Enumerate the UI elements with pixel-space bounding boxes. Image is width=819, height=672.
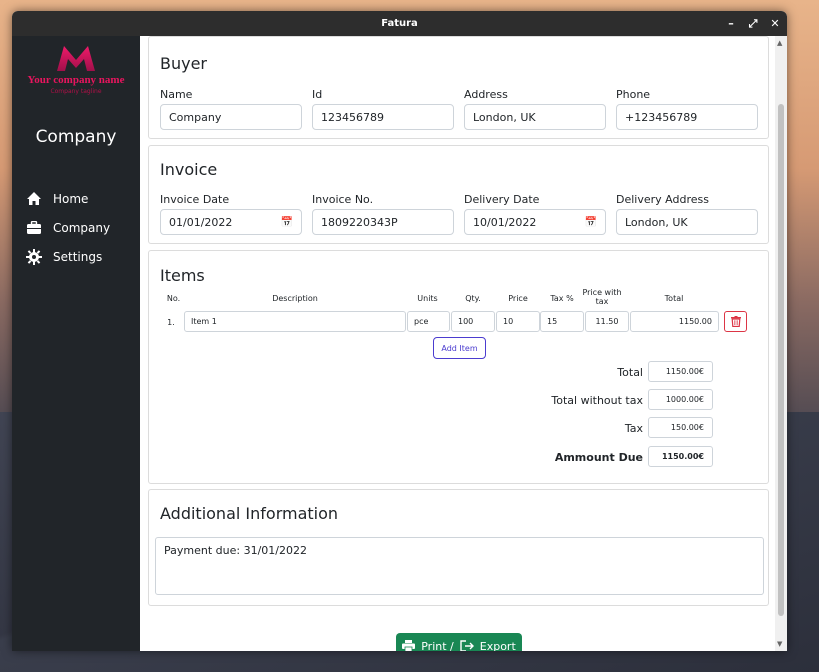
scrollbar[interactable]: ▲ ▼ xyxy=(775,36,787,651)
delivery-address-input[interactable]: London, UK xyxy=(616,209,758,235)
tax-input[interactable]: 15 xyxy=(540,311,584,332)
total-without-tax-value[interactable]: 1000.00€ xyxy=(648,389,713,410)
buyer-phone-field: Phone +123456789 xyxy=(616,88,758,130)
total-without-tax-label: Total without tax xyxy=(551,394,643,407)
tax-label: Tax xyxy=(624,422,643,435)
buyer-phone-input[interactable]: +123456789 xyxy=(616,104,758,130)
sidebar-item-label: Home xyxy=(53,191,89,206)
minimize-icon[interactable]: – xyxy=(725,18,737,30)
buyer-address-field: Address London, UK xyxy=(464,88,606,130)
calendar-icon[interactable]: 📅 xyxy=(281,217,293,228)
items-title: Items xyxy=(160,266,205,285)
total-value[interactable]: 1150.00€ xyxy=(648,361,713,382)
col-header-no: No. xyxy=(166,294,181,303)
home-icon xyxy=(25,190,42,207)
buyer-name-field: Name Company xyxy=(160,88,302,130)
total-input[interactable]: 1150.00 xyxy=(630,311,719,332)
print-export-button[interactable]: Print / Export xyxy=(396,633,522,651)
sidebar-nav: Home Company Settings xyxy=(25,184,110,271)
sidebar-item-label: Settings xyxy=(53,249,103,264)
buyer-title: Buyer xyxy=(160,54,208,73)
col-header-price: Price xyxy=(508,294,528,303)
sidebar: Your company name Company tagline Compan… xyxy=(12,36,140,651)
additional-info-textarea[interactable]: Payment due: 31/01/2022 xyxy=(155,537,764,595)
calendar-icon[interactable]: 📅 xyxy=(585,217,597,228)
main-content: Buyer Name Company Id 123456789 Address … xyxy=(140,36,775,651)
gear-icon xyxy=(25,248,42,265)
close-icon[interactable]: ✕ xyxy=(769,18,781,30)
logo-company-name: Your company name xyxy=(27,74,125,86)
delivery-address-field: Delivery Address London, UK xyxy=(616,193,758,235)
sidebar-item-company[interactable]: Company xyxy=(25,213,110,242)
add-item-button[interactable]: Add Item xyxy=(433,337,486,359)
col-header-units: Units xyxy=(417,294,438,303)
description-input[interactable]: Item 1 xyxy=(184,311,406,332)
invoice-date-field: Invoice Date 01/01/2022 📅 xyxy=(160,193,302,235)
invoice-number-input[interactable]: 1809220343P xyxy=(312,209,454,235)
print-label: Print / xyxy=(421,639,454,652)
tax-value[interactable]: 150.00€ xyxy=(648,417,713,438)
additional-info-card: Additional Information Payment due: 31/0… xyxy=(148,489,769,606)
col-header-total: Total xyxy=(664,294,684,303)
invoice-title: Invoice xyxy=(160,160,218,179)
invoice-number-field: Invoice No. 1809220343P xyxy=(312,193,454,235)
buyer-name-input[interactable]: Company xyxy=(160,104,302,130)
scroll-down-icon[interactable]: ▼ xyxy=(777,640,782,648)
row-number: 1. xyxy=(167,318,175,327)
qty-input[interactable]: 100 xyxy=(451,311,495,332)
company-logo: Your company name Company tagline xyxy=(12,44,140,95)
buyer-id-field: Id 123456789 xyxy=(312,88,454,130)
buyer-id-input[interactable]: 123456789 xyxy=(312,104,454,130)
col-header-qty: Qty. xyxy=(465,294,481,303)
scrollbar-thumb[interactable] xyxy=(778,104,784,616)
total-label: Total xyxy=(617,366,643,379)
delivery-date-field: Delivery Date 10/01/2022 📅 xyxy=(464,193,606,235)
units-input[interactable]: pce xyxy=(407,311,450,332)
buyer-address-input[interactable]: London, UK xyxy=(464,104,606,130)
col-header-price-with-tax: Price with tax xyxy=(582,288,622,306)
items-card: Items No. Description Units Qty. Price T… xyxy=(148,250,769,484)
briefcase-icon xyxy=(25,219,42,236)
window-title: Fatura xyxy=(381,18,418,29)
col-header-description: Description xyxy=(272,294,318,303)
titlebar: Fatura – ⤢ ✕ xyxy=(12,11,787,36)
additional-info-title: Additional Information xyxy=(160,504,339,523)
amount-due-label: Ammount Due xyxy=(554,451,643,464)
delete-item-button[interactable] xyxy=(724,311,747,332)
delivery-date-input[interactable]: 10/01/2022 📅 xyxy=(464,209,606,235)
sidebar-item-label: Company xyxy=(53,220,111,235)
app-window: Fatura – ⤢ ✕ Your company name Company t… xyxy=(12,11,787,651)
col-header-tax: Tax % xyxy=(550,294,574,303)
price-input[interactable]: 10 xyxy=(496,311,540,332)
logo-mark-icon xyxy=(57,46,95,71)
export-icon xyxy=(460,640,474,651)
trash-icon xyxy=(730,316,741,327)
logo-tagline: Company tagline xyxy=(50,88,102,95)
export-label: Export xyxy=(479,639,516,652)
sidebar-item-settings[interactable]: Settings xyxy=(25,242,110,271)
price-with-tax-input[interactable]: 11.50 xyxy=(585,311,629,332)
buyer-card: Buyer Name Company Id 123456789 Address … xyxy=(148,36,769,139)
invoice-date-input[interactable]: 01/01/2022 📅 xyxy=(160,209,302,235)
maximize-icon[interactable]: ⤢ xyxy=(747,18,759,30)
amount-due-value[interactable]: 1150.00€ xyxy=(648,446,713,467)
invoice-card: Invoice Invoice Date 01/01/2022 📅 Invoice… xyxy=(148,145,769,244)
sidebar-item-home[interactable]: Home xyxy=(25,184,110,213)
sidebar-company-title: Company xyxy=(35,127,117,147)
printer-icon xyxy=(402,640,416,651)
scroll-up-icon[interactable]: ▲ xyxy=(777,39,782,47)
